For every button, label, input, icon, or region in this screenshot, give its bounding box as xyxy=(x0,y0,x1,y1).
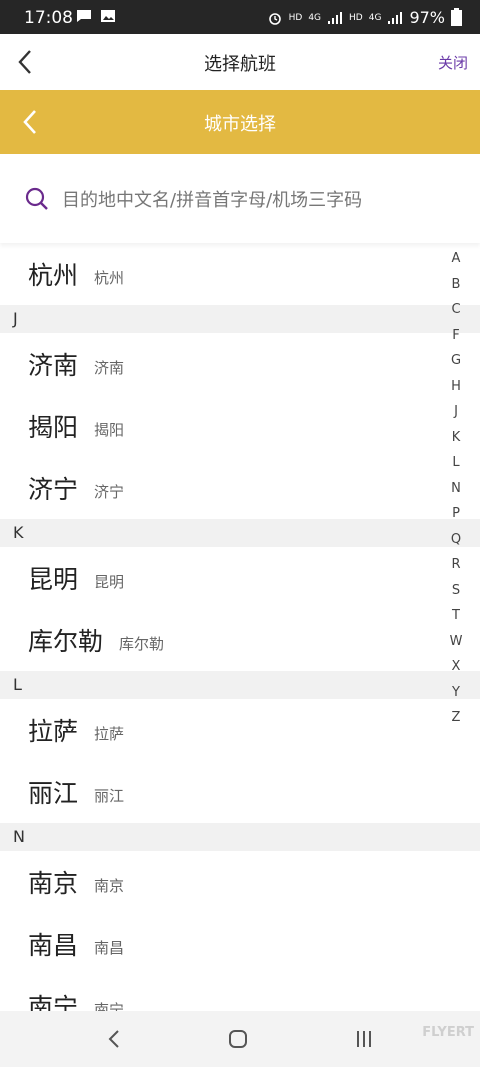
city-row[interactable]: 昆明 昆明 xyxy=(0,547,480,609)
city-subname: 揭阳 xyxy=(94,420,125,439)
search-bar xyxy=(0,154,480,243)
index-letter[interactable]: S xyxy=(449,578,463,604)
nav-recents-button[interactable] xyxy=(352,1027,376,1051)
nav-home-icon xyxy=(229,1030,247,1048)
index-letter[interactable]: Y xyxy=(449,680,463,706)
alphabet-index[interactable]: ABCFGHJKLNPQRSTWXYZ xyxy=(449,246,463,731)
index-letter[interactable]: G xyxy=(449,348,463,374)
index-letter[interactable]: C xyxy=(449,297,463,323)
index-letter[interactable]: Q xyxy=(449,527,463,553)
section-header: K xyxy=(0,519,480,547)
city-name: 昆明 xyxy=(28,565,79,594)
message-icon xyxy=(77,10,91,22)
alarm-icon xyxy=(268,12,281,25)
hd-badge-2: HD xyxy=(349,12,363,23)
index-letter[interactable]: W xyxy=(449,629,463,655)
search-icon xyxy=(25,187,48,210)
lte-badge-2: 4G xyxy=(368,12,382,23)
index-letter[interactable]: B xyxy=(449,272,463,298)
city-row[interactable]: 拉萨 拉萨 xyxy=(0,699,480,761)
city-row[interactable]: 杭州 杭州 xyxy=(0,243,480,305)
nav-back-button[interactable] xyxy=(102,1027,126,1051)
city-subname: 济南 xyxy=(94,358,125,377)
index-letter[interactable]: L xyxy=(449,450,463,476)
city-row[interactable]: 南京 南京 xyxy=(0,851,480,913)
index-letter[interactable]: A xyxy=(449,246,463,272)
city-row[interactable]: 揭阳 揭阳 xyxy=(0,395,480,457)
city-row[interactable]: 济南 济南 xyxy=(0,333,480,395)
city-name: 南宁 xyxy=(28,993,79,1011)
city-subname: 济宁 xyxy=(94,482,125,501)
lte-badge: 4G xyxy=(308,12,322,23)
city-subname: 南宁 xyxy=(94,1000,125,1012)
nav-recents-icon xyxy=(357,1031,371,1047)
page-title: 选择航班 xyxy=(204,54,276,75)
hd-badge: HD xyxy=(288,12,303,23)
city-name: 丽江 xyxy=(28,779,79,808)
section-header: L xyxy=(0,671,480,699)
section-header: N xyxy=(0,823,480,851)
index-letter[interactable]: X xyxy=(449,654,463,680)
system-nav-bar: FLYERT xyxy=(0,1011,480,1067)
city-subname: 南京 xyxy=(94,876,125,895)
city-name: 南京 xyxy=(28,869,79,898)
index-letter[interactable]: K xyxy=(449,425,463,451)
city-name: 库尔勒 xyxy=(28,627,104,656)
city-row[interactable]: 南宁 南宁 xyxy=(0,975,480,1011)
city-name: 南昌 xyxy=(28,931,79,960)
status-bar: 17:08 HD 4G HD 4G 97% xyxy=(0,0,480,34)
city-list[interactable]: 杭州 杭州 J 济南 济南 揭阳 揭阳 济宁 济宁 K 昆明 昆明 库尔勒 库尔勒 L 拉萨 拉萨 丽江 丽江 N 南京… xyxy=(0,243,480,1011)
city-name: 杭州 xyxy=(28,261,79,290)
city-subname: 库尔勒 xyxy=(119,634,165,653)
city-name: 济南 xyxy=(28,351,79,380)
index-letter[interactable]: H xyxy=(449,374,463,400)
battery-icon xyxy=(451,7,462,26)
index-letter[interactable]: Z xyxy=(449,705,463,731)
header-title: 城市选择 xyxy=(204,114,276,135)
city-subname: 杭州 xyxy=(94,268,125,287)
search-input[interactable] xyxy=(60,182,444,218)
watermark-logo: FLYERT xyxy=(422,1025,474,1040)
signal-icon xyxy=(328,11,343,24)
index-letter[interactable]: R xyxy=(449,552,463,578)
city-row[interactable]: 济宁 济宁 xyxy=(0,457,480,519)
signal-icon-2 xyxy=(388,11,403,24)
index-letter[interactable]: J xyxy=(449,399,463,425)
city-name: 拉萨 xyxy=(28,717,79,746)
city-name: 揭阳 xyxy=(28,413,79,442)
city-select-header: 城市选择 xyxy=(0,90,480,154)
city-subname: 拉萨 xyxy=(94,724,125,743)
battery-percent: 97% xyxy=(409,8,445,27)
city-subname: 昆明 xyxy=(94,572,125,591)
city-row[interactable]: 丽江 丽江 xyxy=(0,761,480,823)
status-time: 17:08 xyxy=(24,8,73,28)
index-letter[interactable]: T xyxy=(449,603,463,629)
index-letter[interactable]: N xyxy=(449,476,463,502)
section-header: J xyxy=(0,305,480,333)
city-subname: 丽江 xyxy=(94,786,125,805)
nav-back-icon xyxy=(108,1030,119,1048)
close-button[interactable]: 关闭 xyxy=(438,52,468,73)
index-letter[interactable]: F xyxy=(449,323,463,349)
app-bar: 选择航班 关闭 xyxy=(0,34,480,90)
nav-home-button[interactable] xyxy=(226,1027,250,1051)
city-row[interactable]: 南昌 南昌 xyxy=(0,913,480,975)
index-letter[interactable]: P xyxy=(449,501,463,527)
image-icon xyxy=(101,10,115,22)
city-name: 济宁 xyxy=(28,475,79,504)
city-row[interactable]: 库尔勒 库尔勒 xyxy=(0,609,480,671)
city-subname: 南昌 xyxy=(94,938,125,957)
